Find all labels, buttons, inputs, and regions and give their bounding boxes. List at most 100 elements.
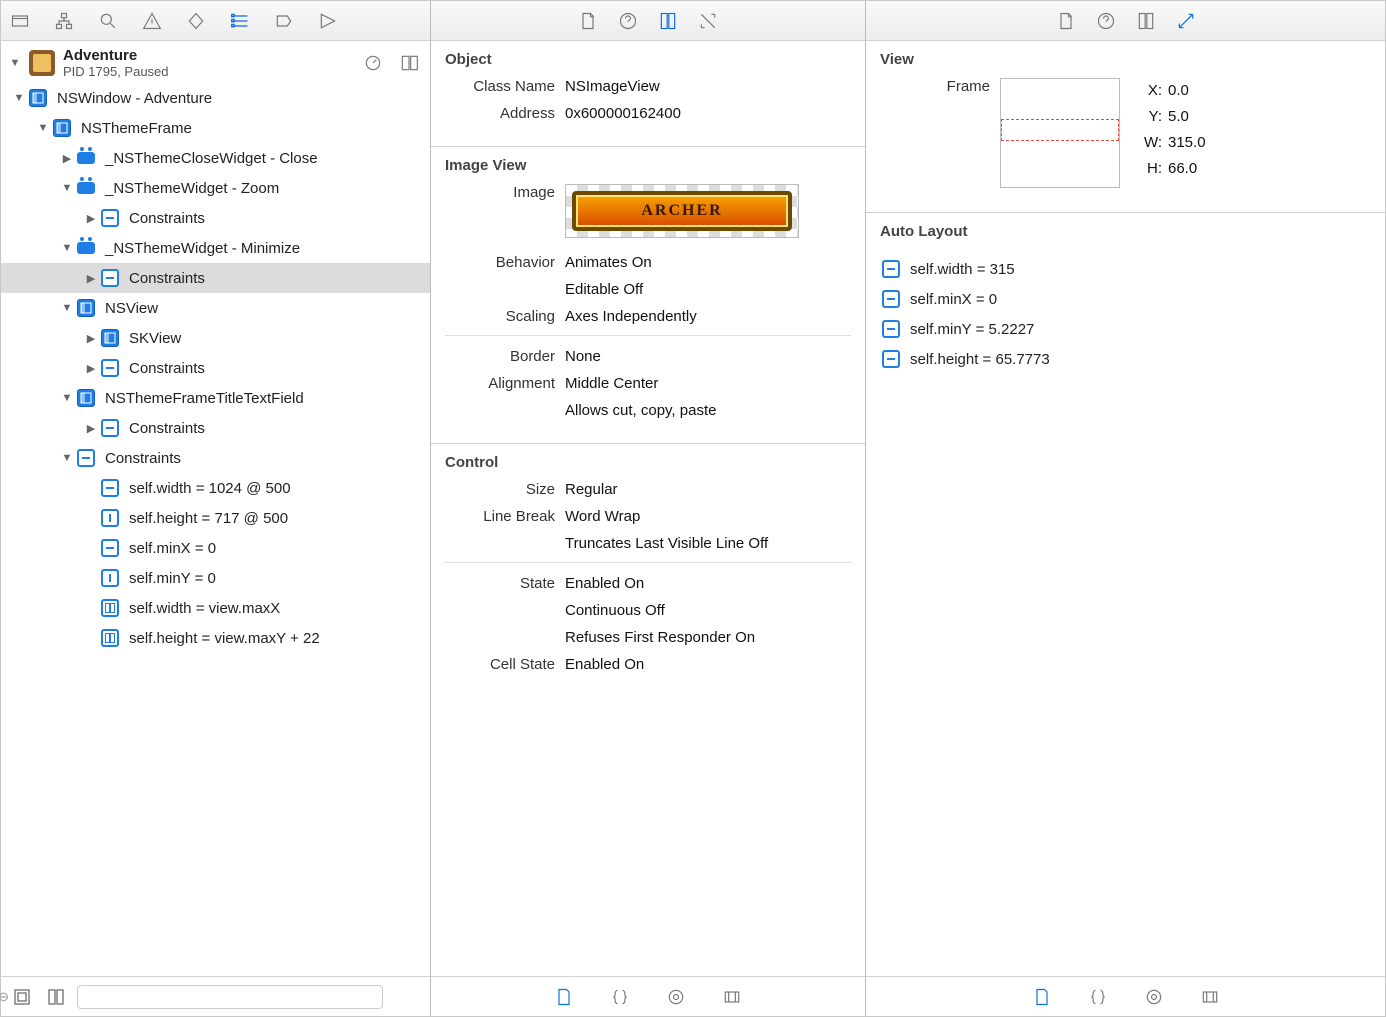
- constraint-item[interactable]: self.width = 315: [880, 254, 1371, 284]
- tree-row[interactable]: ▶Constraints: [1, 263, 430, 293]
- constraint-item[interactable]: self.height = 65.7773: [880, 344, 1371, 374]
- media-icon[interactable]: [1197, 984, 1223, 1010]
- disclosure-triangle[interactable]: ▶: [85, 212, 97, 225]
- behavior-value: Animates On: [565, 254, 851, 271]
- tree-label: self.minX = 0: [129, 540, 216, 557]
- tree-row[interactable]: ▶Constraints: [1, 353, 430, 383]
- identity-inspector-icon[interactable]: [655, 8, 681, 34]
- identity-inspector-icon[interactable]: [1133, 8, 1159, 34]
- autolayout-section: Auto Layout self.width = 315self.minX = …: [866, 213, 1385, 392]
- hierarchy-icon[interactable]: [51, 8, 77, 34]
- tree-label: Constraints: [129, 420, 205, 437]
- constraint-icon: [101, 209, 119, 227]
- view-hierarchy-tree[interactable]: ▼NSWindow - Adventure▼NSThemeFrame▶_NSTh…: [1, 83, 430, 976]
- disclosure-triangle[interactable]: ▶: [85, 332, 97, 345]
- section-title: View: [880, 51, 1371, 68]
- braces-icon[interactable]: [1085, 984, 1111, 1010]
- tree-row[interactable]: ▼NSThemeFrame: [1, 113, 430, 143]
- disclosure-triangle[interactable]: ▼: [37, 122, 49, 134]
- constraint-v-icon: [101, 569, 119, 587]
- tree-row[interactable]: ▼NSThemeFrameTitleTextField: [1, 383, 430, 413]
- tree-row[interactable]: ▼Constraints: [1, 443, 430, 473]
- constraint-item[interactable]: self.minX = 0: [880, 284, 1371, 314]
- file-tab-icon[interactable]: [1029, 984, 1055, 1010]
- breakpoint-icon[interactable]: [271, 8, 297, 34]
- tree-row[interactable]: self.minX = 0: [1, 533, 430, 563]
- constraint-rel-icon: [101, 629, 119, 647]
- list-icon[interactable]: [43, 984, 69, 1010]
- tree-row[interactable]: ▶ Constraints: [1, 413, 430, 443]
- frame-values: X:0.0 Y:5.0 W:315.0 H:66.0: [1136, 78, 1206, 182]
- disclosure-triangle[interactable]: ▶: [85, 362, 97, 375]
- window-icon: [29, 89, 47, 107]
- behavior-value-2: Editable Off: [565, 281, 851, 298]
- image-label: Image: [445, 184, 565, 201]
- tree-label: _NSThemeWidget - Minimize: [105, 240, 300, 257]
- debug-icon[interactable]: [227, 8, 253, 34]
- constraint-rel-icon: [101, 599, 119, 617]
- tree-row[interactable]: ▼ _NSThemeWidget - Minimize: [1, 233, 430, 263]
- tree-row[interactable]: ▶SKView: [1, 323, 430, 353]
- section-title: Object: [445, 51, 851, 68]
- disclosure-triangle[interactable]: ▼: [13, 92, 25, 104]
- tree-row[interactable]: ▼NSView: [1, 293, 430, 323]
- tree-row[interactable]: ▼_NSThemeWidget - Zoom: [1, 173, 430, 203]
- frame-label: Frame: [880, 78, 1000, 95]
- constraint-h-icon: [101, 539, 119, 557]
- tree-row[interactable]: ▶ Constraints: [1, 203, 430, 233]
- file-icon[interactable]: [575, 8, 601, 34]
- view-debug-icon[interactable]: [396, 50, 422, 76]
- disclosure-triangle[interactable]: ▶: [85, 422, 97, 435]
- disclosure-triangle[interactable]: ▼: [9, 57, 21, 69]
- report-icon[interactable]: [315, 8, 341, 34]
- diamond-icon[interactable]: [183, 8, 209, 34]
- warning-icon[interactable]: [139, 8, 165, 34]
- file-icon[interactable]: [1053, 8, 1079, 34]
- imageview-section: Image View Image Archer BehaviorAnimates…: [431, 147, 865, 444]
- size-inspector-icon[interactable]: [1173, 8, 1199, 34]
- folder-icon[interactable]: [7, 8, 33, 34]
- tree-row[interactable]: self.height = 717 @ 500: [1, 503, 430, 533]
- disclosure-triangle[interactable]: ▶: [61, 152, 73, 165]
- disclosure-triangle[interactable]: ▶: [85, 272, 97, 285]
- braces-icon[interactable]: [607, 984, 633, 1010]
- disclosure-triangle[interactable]: ▼: [61, 452, 73, 464]
- state-value-3: Refuses First Responder On: [565, 629, 851, 646]
- widget-icon: [77, 152, 95, 164]
- filter-input[interactable]: [77, 985, 383, 1009]
- tree-label: Constraints: [129, 210, 205, 227]
- process-name: Adventure: [63, 47, 169, 64]
- tree-row[interactable]: self.height = view.maxY + 22: [1, 623, 430, 653]
- image-preview[interactable]: Archer: [565, 184, 799, 238]
- disclosure-triangle[interactable]: ▼: [61, 392, 73, 404]
- disclosure-triangle[interactable]: ▼: [61, 242, 73, 254]
- disclosure-triangle[interactable]: ▼: [61, 182, 73, 194]
- target-icon[interactable]: [1141, 984, 1167, 1010]
- constraint-item[interactable]: self.minY = 5.2227: [880, 314, 1371, 344]
- tree-row[interactable]: self.minY = 0: [1, 563, 430, 593]
- gauge-icon[interactable]: [360, 50, 386, 76]
- tree-row[interactable]: self.width = 1024 @ 500: [1, 473, 430, 503]
- linebreak-value: Word Wrap: [565, 508, 851, 525]
- right-toolbar: [866, 1, 1385, 41]
- constraint-v-icon: [101, 509, 119, 527]
- outline-icon[interactable]: [9, 984, 35, 1010]
- tree-row[interactable]: self.width = view.maxX: [1, 593, 430, 623]
- search-icon[interactable]: [95, 8, 121, 34]
- target-icon[interactable]: [663, 984, 689, 1010]
- cellstate-label: Cell State: [445, 656, 565, 673]
- address-value[interactable]: 0x600000162400: [565, 105, 851, 122]
- size-inspector-icon[interactable]: [695, 8, 721, 34]
- view-icon: [53, 119, 71, 137]
- disclosure-triangle[interactable]: ▼: [61, 302, 73, 314]
- alignment-value: Middle Center: [565, 375, 851, 392]
- section-title: Auto Layout: [880, 223, 1371, 240]
- media-icon[interactable]: [719, 984, 745, 1010]
- help-icon[interactable]: [1093, 8, 1119, 34]
- mid-toolbar: [431, 1, 865, 41]
- tree-row[interactable]: ▶_NSThemeCloseWidget - Close: [1, 143, 430, 173]
- size-value: Regular: [565, 481, 851, 498]
- tree-row[interactable]: ▼NSWindow - Adventure: [1, 83, 430, 113]
- file-tab-icon[interactable]: [551, 984, 577, 1010]
- help-icon[interactable]: [615, 8, 641, 34]
